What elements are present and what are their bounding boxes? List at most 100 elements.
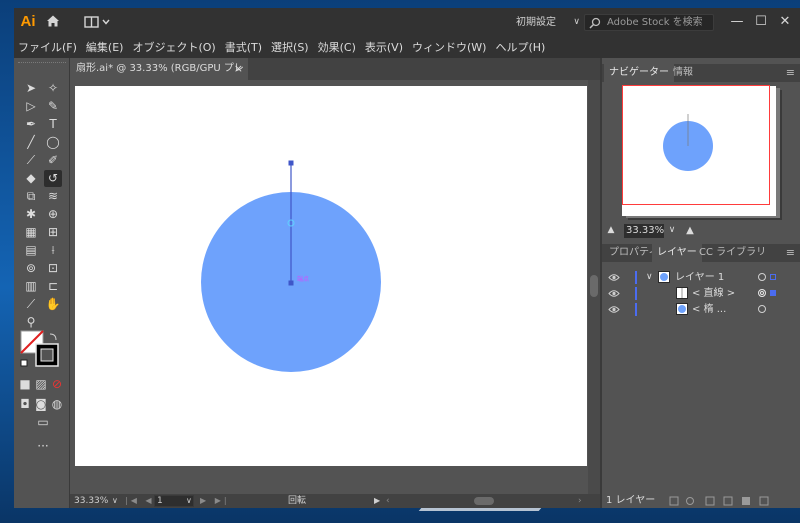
zoom-in-icon[interactable]: ▲ <box>682 222 698 239</box>
scale-tool-icon[interactable]: ⧉ <box>22 188 40 205</box>
column-graph-tool-icon[interactable]: ▥ <box>22 278 40 295</box>
visibility-eye-icon[interactable] <box>608 289 620 298</box>
zoom-chevron-icon[interactable]: ∨ <box>666 222 678 239</box>
scroll-left-arrow[interactable]: ‹ <box>386 494 390 508</box>
artboard[interactable]: 端点 <box>75 86 587 466</box>
toolbar-grip[interactable] <box>18 62 66 66</box>
line-segment-tool-icon[interactable]: ╱ <box>22 134 40 151</box>
maximize-button[interactable]: ☐ <box>750 12 772 32</box>
screen-mode-icon[interactable]: ▭ <box>32 414 54 431</box>
zoom-tool-icon[interactable]: ⚲ <box>22 314 40 331</box>
menu-help[interactable]: ヘルプ(H) <box>495 39 545 55</box>
layer-name[interactable]: < 楕 ... <box>692 302 726 317</box>
puppet-warp-tool-icon[interactable]: ✱ <box>22 206 40 223</box>
navigator-view-box[interactable] <box>622 85 770 205</box>
zoom-out-icon[interactable]: ▲ <box>604 222 618 239</box>
navigator-zoom-field[interactable]: 33.33% <box>624 224 664 238</box>
tab-navigator[interactable]: ナビゲーター <box>604 64 674 82</box>
menu-window[interactable]: ウィンドウ(W) <box>412 39 486 55</box>
eyedropper-tool-icon[interactable]: ⟊ <box>44 242 62 259</box>
workspace-preset-select[interactable]: 初期設定 ∨ <box>514 14 580 31</box>
artboard-next-buttons[interactable]: ▶ ▶| <box>200 494 230 508</box>
rotate-tool-icon[interactable]: ↺ <box>44 170 62 187</box>
shaper-tool-icon[interactable]: ✐ <box>44 152 62 169</box>
artwork[interactable]: 端点 <box>75 86 587 466</box>
layer-row-ellipse[interactable]: < 楕 ... <box>602 302 800 317</box>
adobe-stock-search[interactable]: Adobe Stock を検索 <box>584 14 714 31</box>
magic-wand-tool-icon[interactable]: ✧ <box>44 80 62 97</box>
symbol-sprayer-tool-icon[interactable]: ⊡ <box>44 260 62 277</box>
tab-cc-libraries[interactable]: CC ライブラリ <box>694 244 771 262</box>
scroll-right-arrow[interactable]: › <box>578 494 582 508</box>
selection-indicator[interactable] <box>770 274 776 280</box>
visibility-eye-icon[interactable] <box>608 273 620 282</box>
menu-type[interactable]: 書式(T) <box>225 39 262 55</box>
slice-tool-icon[interactable]: ⟋ <box>22 296 40 313</box>
layer-row-line[interactable]: < 直線 > <box>602 286 800 301</box>
more-tools-icon[interactable]: ··· <box>32 438 54 455</box>
menu-file[interactable]: ファイル(F) <box>18 39 77 55</box>
tab-close-icon[interactable]: × <box>234 58 243 80</box>
paintbrush-tool-icon[interactable]: ⟋ <box>22 152 40 169</box>
title-bar: Ai 初期設定 ∨ Adobe Stock を検索 — ☐ ✕ <box>14 8 800 36</box>
layer-row-layer1[interactable]: ∨ レイヤー 1 <box>602 270 800 285</box>
zoom-chevron-icon[interactable]: ∨ <box>112 494 118 508</box>
layer-name[interactable]: < 直線 > <box>692 286 735 301</box>
selection-indicator[interactable] <box>770 290 776 296</box>
draw-inside-icon[interactable]: ◍ <box>50 396 64 413</box>
vertical-scroll-thumb[interactable] <box>590 275 598 297</box>
arrange-documents-icon[interactable] <box>84 15 114 29</box>
eraser-tool-icon[interactable]: ◆ <box>22 170 40 187</box>
menu-effect[interactable]: 効果(C) <box>318 39 356 55</box>
target-icon[interactable] <box>758 273 766 281</box>
draw-behind-icon[interactable]: ◙ <box>34 396 48 413</box>
status-menu-arrow[interactable]: ▶ <box>374 494 380 508</box>
minimize-button[interactable]: — <box>726 12 748 32</box>
layers-footer-icons[interactable] <box>668 496 798 506</box>
artboard-prev-buttons[interactable]: |◀ ◀ <box>125 494 155 508</box>
layer-name[interactable]: レイヤー 1 <box>675 270 724 285</box>
type-tool-icon[interactable]: T <box>44 116 62 133</box>
vertical-scrollbar[interactable] <box>588 80 600 494</box>
close-button[interactable]: ✕ <box>774 12 796 32</box>
color-mode-icon[interactable]: ■ <box>18 376 32 393</box>
document-tab[interactable]: 扇形.ai* @ 33.33% (RGB/GPU プレビュー) × <box>70 58 248 96</box>
document-tabs: 扇形.ai* @ 33.33% (RGB/GPU プレビュー) × <box>70 58 600 96</box>
menu-object[interactable]: オブジェクト(O) <box>132 39 215 55</box>
tab-info[interactable]: 情報 <box>668 64 698 82</box>
perspective-grid-tool-icon[interactable]: ▦ <box>22 224 40 241</box>
lasso-tool-icon[interactable]: ✎ <box>44 98 62 115</box>
ellipse-tool-icon[interactable]: ◯ <box>44 134 62 151</box>
menu-edit[interactable]: 編集(E) <box>86 39 124 55</box>
canvas-area[interactable]: 端点 <box>70 80 600 494</box>
anchor-top <box>288 160 294 166</box>
fill-stroke-swatches[interactable] <box>20 330 66 372</box>
target-icon-selected[interactable] <box>758 289 766 297</box>
gradient-tool-icon[interactable]: ▤ <box>22 242 40 259</box>
home-icon[interactable] <box>46 14 60 28</box>
warp-tool-icon[interactable]: ≋ <box>44 188 62 205</box>
gradient-mode-icon[interactable]: ▨ <box>34 376 48 393</box>
direct-selection-tool-icon[interactable]: ▷ <box>22 98 40 115</box>
panel-menu-icon[interactable]: ≡ <box>786 244 795 262</box>
visibility-eye-icon[interactable] <box>608 305 620 314</box>
none-mode-icon[interactable]: ⊘ <box>50 376 64 393</box>
horizontal-scroll-thumb[interactable] <box>474 497 494 505</box>
menu-view[interactable]: 表示(V) <box>365 39 403 55</box>
blend-tool-icon[interactable]: ⊚ <box>22 260 40 277</box>
panel-menu-icon[interactable]: ≡ <box>786 64 795 82</box>
hand-tool-icon[interactable]: ✋ <box>44 296 62 313</box>
artboard-tool-icon[interactable]: ⊏ <box>44 278 62 295</box>
mesh-tool-icon[interactable]: ⊞ <box>44 224 62 241</box>
zoom-level[interactable]: 33.33% <box>74 494 108 508</box>
selection-tool-icon[interactable]: ➤ <box>22 80 40 97</box>
expand-chevron-icon[interactable]: ∨ <box>646 270 653 285</box>
tools-panel: ➤ ✧ ▷ ✎ ✒ T ╱ ◯ ⟋ ✐ ◆ ↺ ⧉ ≋ ✱ ⊕ ▦ ⊞ ▤ ⟊ … <box>14 58 70 508</box>
current-tool-label[interactable]: 回転 <box>288 494 306 508</box>
shape-builder-tool-icon[interactable]: ⊕ <box>44 206 62 223</box>
target-icon[interactable] <box>758 305 766 313</box>
draw-normal-icon[interactable]: ◘ <box>18 396 32 413</box>
menu-select[interactable]: 選択(S) <box>271 39 309 55</box>
artboard-chevron-icon[interactable]: ∨ <box>186 494 192 508</box>
pen-tool-icon[interactable]: ✒ <box>22 116 40 133</box>
